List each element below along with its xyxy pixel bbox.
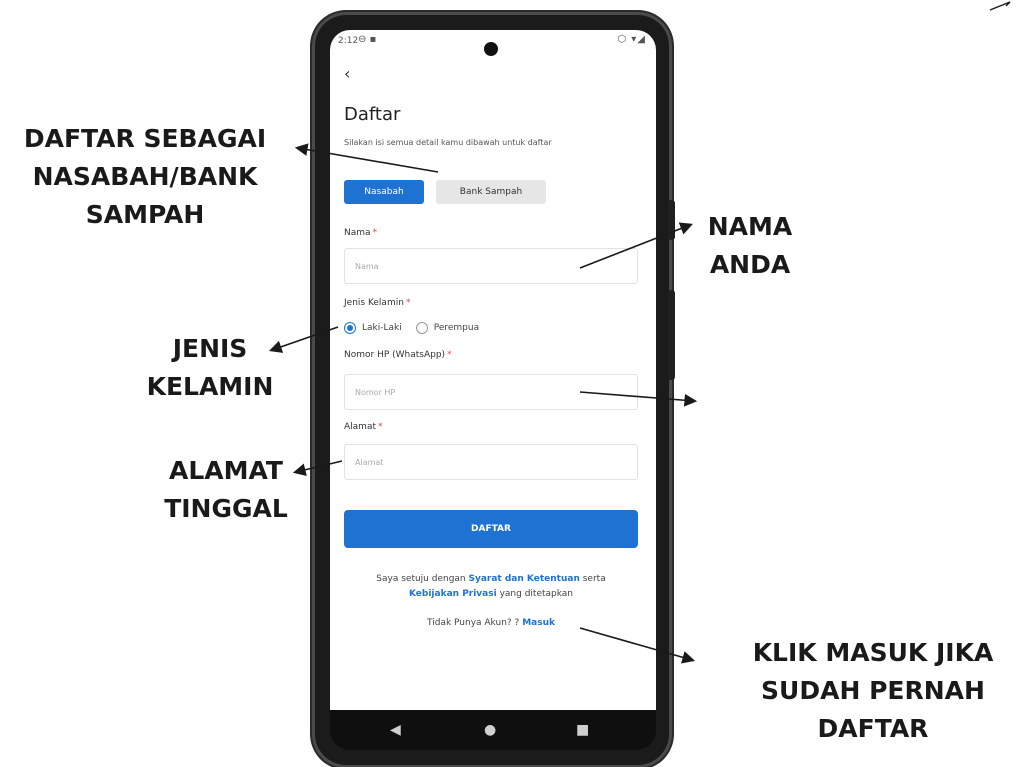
- annotation-arrows: [268, 1, 1011, 664]
- corner-graphic: [989, 1, 1011, 11]
- arrow-masuk: [579, 627, 696, 664]
- arrow-alamat: [292, 460, 343, 476]
- arrow-daftar: [294, 143, 439, 173]
- arrow-jenis: [268, 326, 339, 353]
- arrow-nama: [579, 222, 693, 269]
- arrow-phone: [579, 391, 698, 407]
